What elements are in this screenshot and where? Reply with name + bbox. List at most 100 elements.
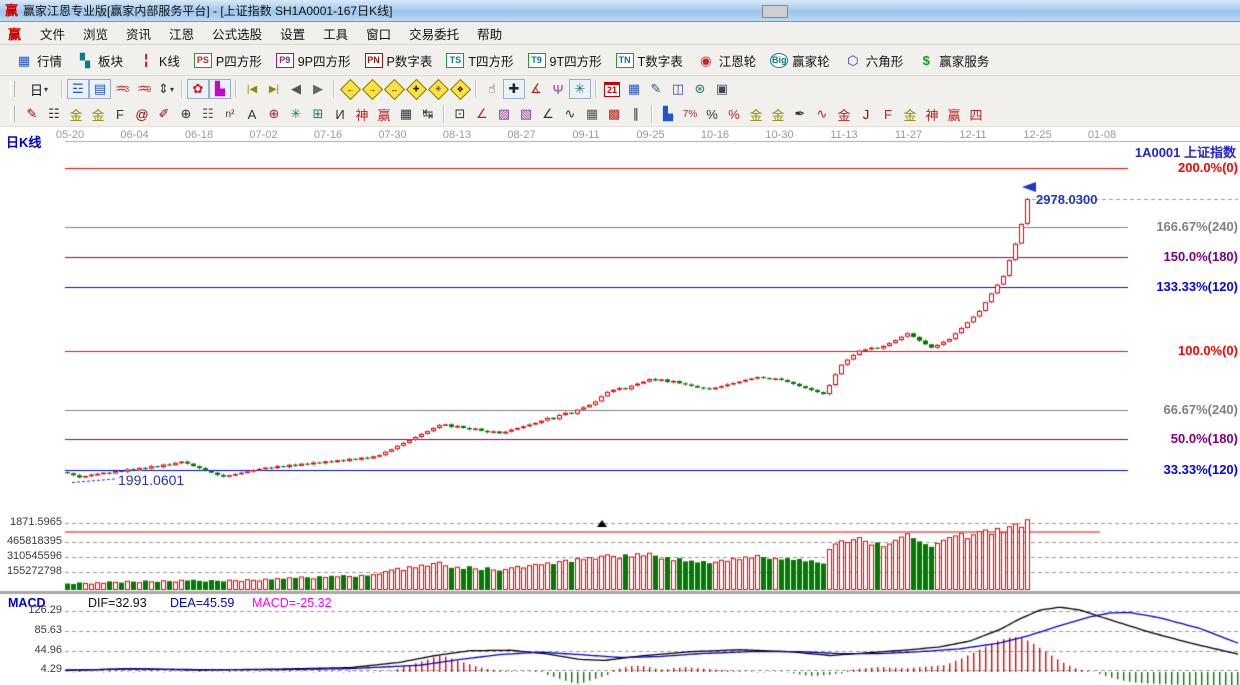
tool-a-wave-button[interactable]: ∿	[811, 104, 833, 124]
tool-candle-style-dropdown-button[interactable]: ⇕▾	[155, 79, 177, 99]
tool-volume-profile-button[interactable]: ▙	[209, 79, 231, 99]
toolbar-hexagon-button[interactable]: ⬡六角形	[837, 49, 911, 72]
toolbar-winner-wheel-button[interactable]: Big赢家轮	[763, 49, 837, 72]
tool-angle-lines-button[interactable]: ∠	[537, 104, 559, 124]
tool-next-bar-button[interactable]: ▶	[307, 79, 329, 99]
tool-j-angle-button[interactable]: J	[855, 104, 877, 124]
toolbar-p-square-button[interactable]: PSP四方形	[187, 49, 269, 72]
tool-calculator-button[interactable]: ▦	[623, 79, 645, 99]
tool-f-angle-button[interactable]: F	[877, 104, 899, 124]
tool-wheel-star-button[interactable]: ✳	[285, 104, 307, 124]
tool-calendar-button[interactable]: 21	[601, 79, 623, 99]
tool-gann-expand-8way-button[interactable]: ✳	[427, 79, 449, 99]
tool-shen-angle-button[interactable]: 神	[921, 104, 943, 124]
tool-price-lines-button[interactable]: ☷	[43, 104, 65, 124]
tool-gann-expand-all-button[interactable]: ❖	[449, 79, 471, 99]
tool-gold-angle-button[interactable]: 金	[899, 104, 921, 124]
tool-gann-pen-button[interactable]: ✎	[21, 104, 43, 124]
tool-parallel-lines-button[interactable]: ∥	[625, 104, 647, 124]
tool-wave-4-button[interactable]: И	[329, 104, 351, 124]
tool-gold-circle-button[interactable]: 金	[745, 104, 767, 124]
tool-ruler-grid-button[interactable]: ▦	[395, 104, 417, 124]
tool-si-angle-button[interactable]: 四	[965, 104, 987, 124]
menu-文件[interactable]: 文件	[31, 22, 74, 45]
toolbar-gann-wheel-button[interactable]: ◉江恩轮	[690, 49, 764, 72]
toolbar-quotes-button[interactable]: ▦行情	[8, 49, 69, 72]
9t-square-label: 9T四方形	[550, 51, 602, 70]
tool-dense-lines-button[interactable]: ☷	[197, 104, 219, 124]
tool-system-info-button[interactable]: ▣	[711, 79, 733, 99]
tool-n-square-button[interactable]: n²	[219, 104, 241, 124]
tool-flag-pen-button[interactable]: ✒	[789, 104, 811, 124]
menu-交易委托[interactable]: 交易委托	[400, 22, 468, 45]
tool-angle-measure-tool-button[interactable]: ∡	[525, 79, 547, 99]
tool-smart-analysis-button[interactable]: ✳	[569, 79, 591, 99]
toolbar-p-number-button[interactable]: PNP数字表	[358, 49, 440, 72]
gold-grid-2-icon: 金	[91, 105, 104, 124]
tool-crosshair-tool-button[interactable]: ✚	[503, 79, 525, 99]
toolbar-t-square-button[interactable]: TST四方形	[439, 49, 520, 72]
tool-box-tool-button[interactable]: ⊡	[449, 104, 471, 124]
tool-gann-shift-left-button[interactable]: ←	[339, 79, 361, 99]
tool-v-wave-button[interactable]: ∿	[559, 104, 581, 124]
tool-shaded-box-button[interactable]: ▧	[515, 104, 537, 124]
tool-target-circle-button[interactable]: ⊕	[263, 104, 285, 124]
tool-wave-3-button[interactable]: ♒3	[111, 79, 133, 99]
tool-gann-shift-right-button[interactable]: →	[361, 79, 383, 99]
tool-grid-a-button[interactable]: ▦	[581, 104, 603, 124]
tool-span-arrows-button[interactable]: ↹	[417, 104, 439, 124]
tool-pattern-window-button[interactable]: ☲	[67, 79, 89, 99]
tool-grid-b-button[interactable]: ▩	[603, 104, 625, 124]
tool-net-update-button[interactable]: ⊛	[689, 79, 711, 99]
tool-last-bar-button[interactable]: ▶|	[263, 79, 285, 99]
toolbar-9t-square-button[interactable]: T99T四方形	[521, 49, 609, 72]
tool-circle-grid-button[interactable]: ⊕	[175, 104, 197, 124]
menu-浏览[interactable]: 浏览	[74, 22, 117, 45]
tool-gold-red-button[interactable]: 金	[833, 104, 855, 124]
tool-save-button[interactable]: ◫	[667, 79, 689, 99]
toolbar-kline-button[interactable]: ╏K线	[130, 49, 187, 72]
tool-hand-tool-button[interactable]: ☝	[481, 79, 503, 99]
tool-gold-grid-1-button[interactable]: 金	[65, 104, 87, 124]
tool-gann-expand-4way-button[interactable]: ✚	[405, 79, 427, 99]
menu-窗口[interactable]: 窗口	[357, 22, 400, 45]
tool-notes-button[interactable]: ✎	[645, 79, 667, 99]
tool-gold-grid-2-button[interactable]: 金	[87, 104, 109, 124]
tool-prev-bar-button[interactable]: ◀	[285, 79, 307, 99]
menu-帮助[interactable]: 帮助	[468, 22, 511, 45]
tool-gann-expand-h-button[interactable]: ↔	[383, 79, 405, 99]
tool-gann-pattern-button[interactable]: ✿	[187, 79, 209, 99]
tool-marker-pen-button[interactable]: ✐	[153, 104, 175, 124]
tool-info-list-button[interactable]: ▤	[89, 79, 111, 99]
tool-fan-lines-button[interactable]: ∠	[471, 104, 493, 124]
tool-square-grid-button[interactable]: ⊞	[307, 104, 329, 124]
tool-percent-chart-button[interactable]: ▙	[657, 104, 679, 124]
tool-ying-tool-button[interactable]: 赢	[373, 104, 395, 124]
toolbar-winner-service-button[interactable]: $赢家服务	[910, 49, 996, 72]
tool-percent-lines-button[interactable]: %	[723, 104, 745, 124]
tool-a-line-button[interactable]: A	[241, 104, 263, 124]
toolbar-9p-square-button[interactable]: P99P四方形	[269, 49, 358, 72]
tool-f-lines-button[interactable]: F	[109, 104, 131, 124]
tool-percent-button[interactable]: %	[701, 104, 723, 124]
toolbar-t-number-button[interactable]: TNT数字表	[609, 49, 690, 72]
titlebar-button[interactable]	[762, 5, 788, 18]
tool-ying-angle-button[interactable]: 赢	[943, 104, 965, 124]
tool-fan-box-button[interactable]: ▨	[493, 104, 515, 124]
menu-资讯[interactable]: 资讯	[117, 22, 160, 45]
tool-seven-percent-button[interactable]: 7%	[679, 104, 701, 124]
menu-工具[interactable]: 工具	[314, 22, 357, 45]
tool-shen-tool-button[interactable]: 神	[351, 104, 373, 124]
menu-江恩[interactable]: 江恩	[160, 22, 203, 45]
tool-first-bar-button[interactable]: |◀	[241, 79, 263, 99]
toolbar-grip[interactable]	[10, 106, 15, 122]
toolbar-sectors-button[interactable]: ▚板块	[69, 49, 130, 72]
tool-period-day-dropdown-button[interactable]: 日▾	[21, 79, 57, 99]
tool-gold-lines-button[interactable]: 金	[767, 104, 789, 124]
tool-wave-9-button[interactable]: ♒9	[133, 79, 155, 99]
toolbar-grip[interactable]	[10, 81, 15, 97]
menu-公式选股[interactable]: 公式选股	[203, 22, 271, 45]
menu-设置[interactable]: 设置	[271, 22, 314, 45]
tool-spiral-button[interactable]: @	[131, 104, 153, 124]
tool-gann-mark-tool-button[interactable]: Ψ	[547, 79, 569, 99]
